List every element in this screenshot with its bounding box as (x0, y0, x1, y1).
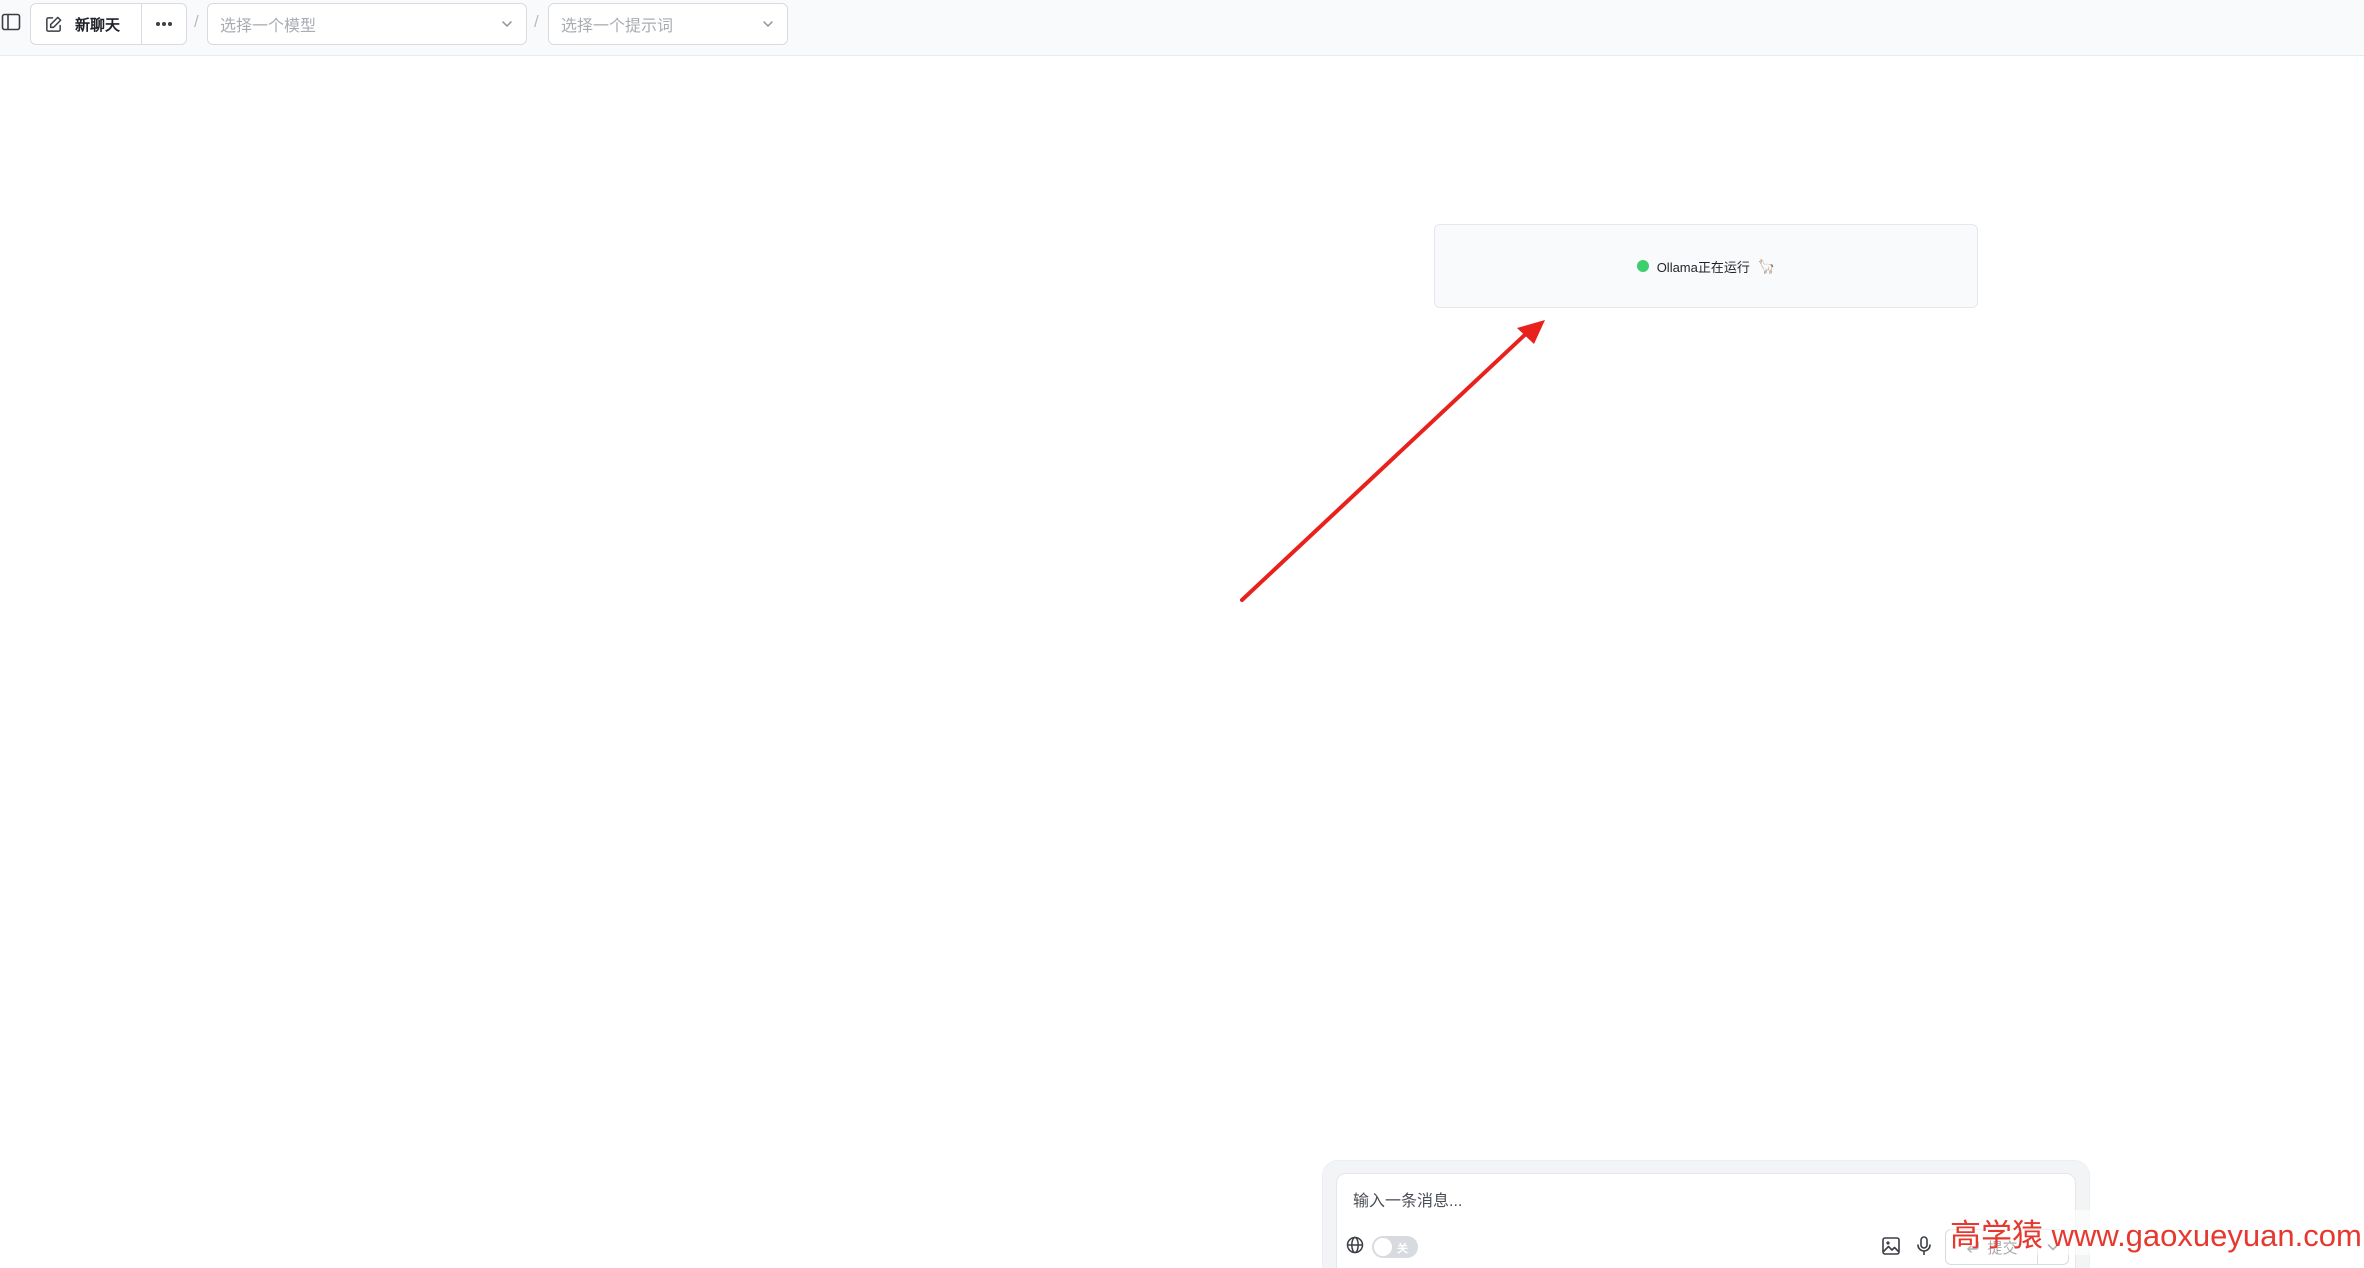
microphone-icon[interactable] (1913, 1234, 1935, 1258)
web-search-toggle[interactable]: 关 (1372, 1236, 1418, 1258)
message-input[interactable] (1353, 1188, 2053, 1216)
ollama-status-card: Ollama正在运行 🦙 (1434, 224, 1978, 308)
more-horizontal-icon (156, 22, 172, 26)
top-toolbar: 新聊天 / 选择一个模型 / 选择一个提示词 (0, 0, 2364, 56)
image-icon[interactable] (1880, 1235, 1902, 1257)
watermark: 高学猿 www.gaoxueyuan.com (1950, 1210, 2362, 1255)
status-indicator-dot (1636, 260, 1649, 272)
toggle-label: 关 (1397, 1243, 1408, 1255)
globe-icon[interactable] (1345, 1235, 1365, 1255)
chevron-down-icon (502, 21, 512, 28)
new-chat-button[interactable]: 新聊天 (31, 4, 142, 44)
new-chat-label: 新聊天 (75, 16, 121, 34)
edit-icon (46, 16, 62, 32)
toggle-knob (1374, 1238, 1392, 1256)
prompt-select-placeholder: 选择一个提示词 (561, 18, 674, 35)
breadcrumb-separator: / (194, 12, 199, 31)
status-text: Ollama正在运行 (1656, 259, 1750, 275)
more-options-button[interactable] (142, 4, 186, 44)
chevron-down-icon (763, 21, 773, 28)
chat-actions-group: 新聊天 (30, 3, 187, 45)
annotation-arrow (1240, 320, 1545, 602)
breadcrumb-separator: / (534, 12, 539, 31)
model-select-placeholder: 选择一个模型 (220, 18, 317, 35)
llama-emoji: 🦙 (1757, 257, 1776, 274)
sidebar-toggle-button[interactable] (0, 9, 22, 35)
model-select[interactable]: 选择一个模型 (207, 3, 527, 45)
prompt-select[interactable]: 选择一个提示词 (548, 3, 788, 45)
sidebar-toggle-icon (1, 13, 21, 31)
